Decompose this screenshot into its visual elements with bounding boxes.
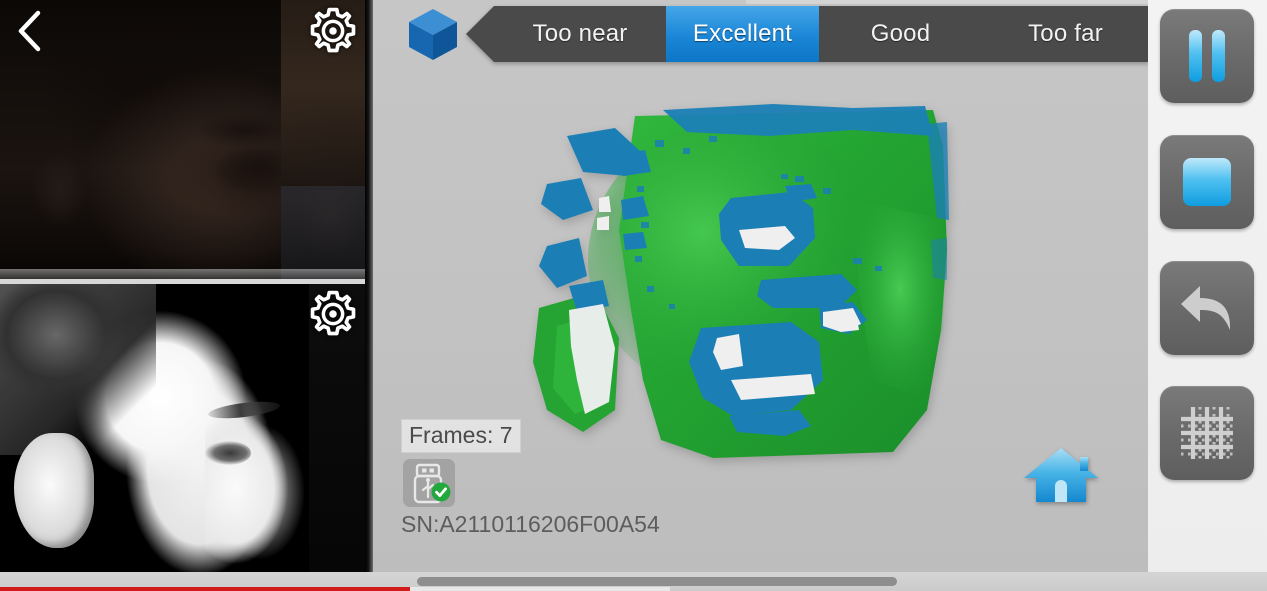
cube-icon: [402, 3, 464, 65]
gear-icon: [310, 290, 356, 336]
quality-segments[interactable]: Too near Excellent Good Too far: [466, 6, 1148, 62]
camera-column-edge: [365, 0, 373, 572]
usb-status-indicator[interactable]: [403, 459, 455, 507]
quality-bar-arrow: [466, 6, 494, 62]
grid-button[interactable]: [1160, 386, 1254, 480]
gear-icon: [310, 7, 356, 53]
quality-segment-excellent[interactable]: Excellent: [666, 6, 819, 62]
undo-arrow-icon: [1181, 286, 1231, 330]
color-camera-settings-button[interactable]: [305, 3, 361, 59]
check-badge-icon: [431, 482, 451, 502]
ir-hair-shape: [0, 283, 156, 455]
scanner-app-window: Too near Excellent Good Too far Frames: …: [0, 0, 1267, 591]
camera-preview-column: [0, 0, 373, 572]
quality-segment-good[interactable]: Good: [819, 6, 982, 62]
home-button[interactable]: [1022, 444, 1100, 506]
tool-rail: [1148, 0, 1267, 572]
usb-drive-icon: [413, 463, 451, 504]
frames-counter: Frames: 7: [401, 419, 521, 453]
scrollbar-thumb[interactable]: [417, 577, 897, 586]
serial-number-label: SN:A2110116206F00A54: [401, 511, 660, 537]
3d-scan-viewport[interactable]: Too near Excellent Good Too far Frames: …: [373, 0, 1148, 572]
mesh-render: [533, 104, 949, 458]
quality-segment-too-near[interactable]: Too near: [494, 6, 666, 62]
infrared-camera-settings-button[interactable]: [305, 286, 361, 342]
home-icon: [1024, 448, 1098, 502]
ir-eye-shape: [205, 441, 251, 465]
pause-button[interactable]: [1160, 9, 1254, 103]
back-button[interactable]: [8, 6, 52, 56]
grid-mesh-icon: [1181, 407, 1233, 459]
stop-button[interactable]: [1160, 135, 1254, 229]
pause-icon: [1189, 30, 1225, 82]
scan-quality-bar: Too near Excellent Good Too far: [402, 2, 1148, 66]
stop-icon: [1183, 158, 1231, 206]
camera-divider: [0, 279, 373, 284]
scanned-mesh[interactable]: [523, 80, 1013, 470]
page-progress-bar[interactable]: [0, 587, 410, 591]
progress-bar-remainder: [410, 587, 670, 591]
ir-ear-shape: [14, 433, 94, 548]
undo-button[interactable]: [1160, 261, 1254, 355]
quality-segment-too-far[interactable]: Too far: [982, 6, 1148, 62]
